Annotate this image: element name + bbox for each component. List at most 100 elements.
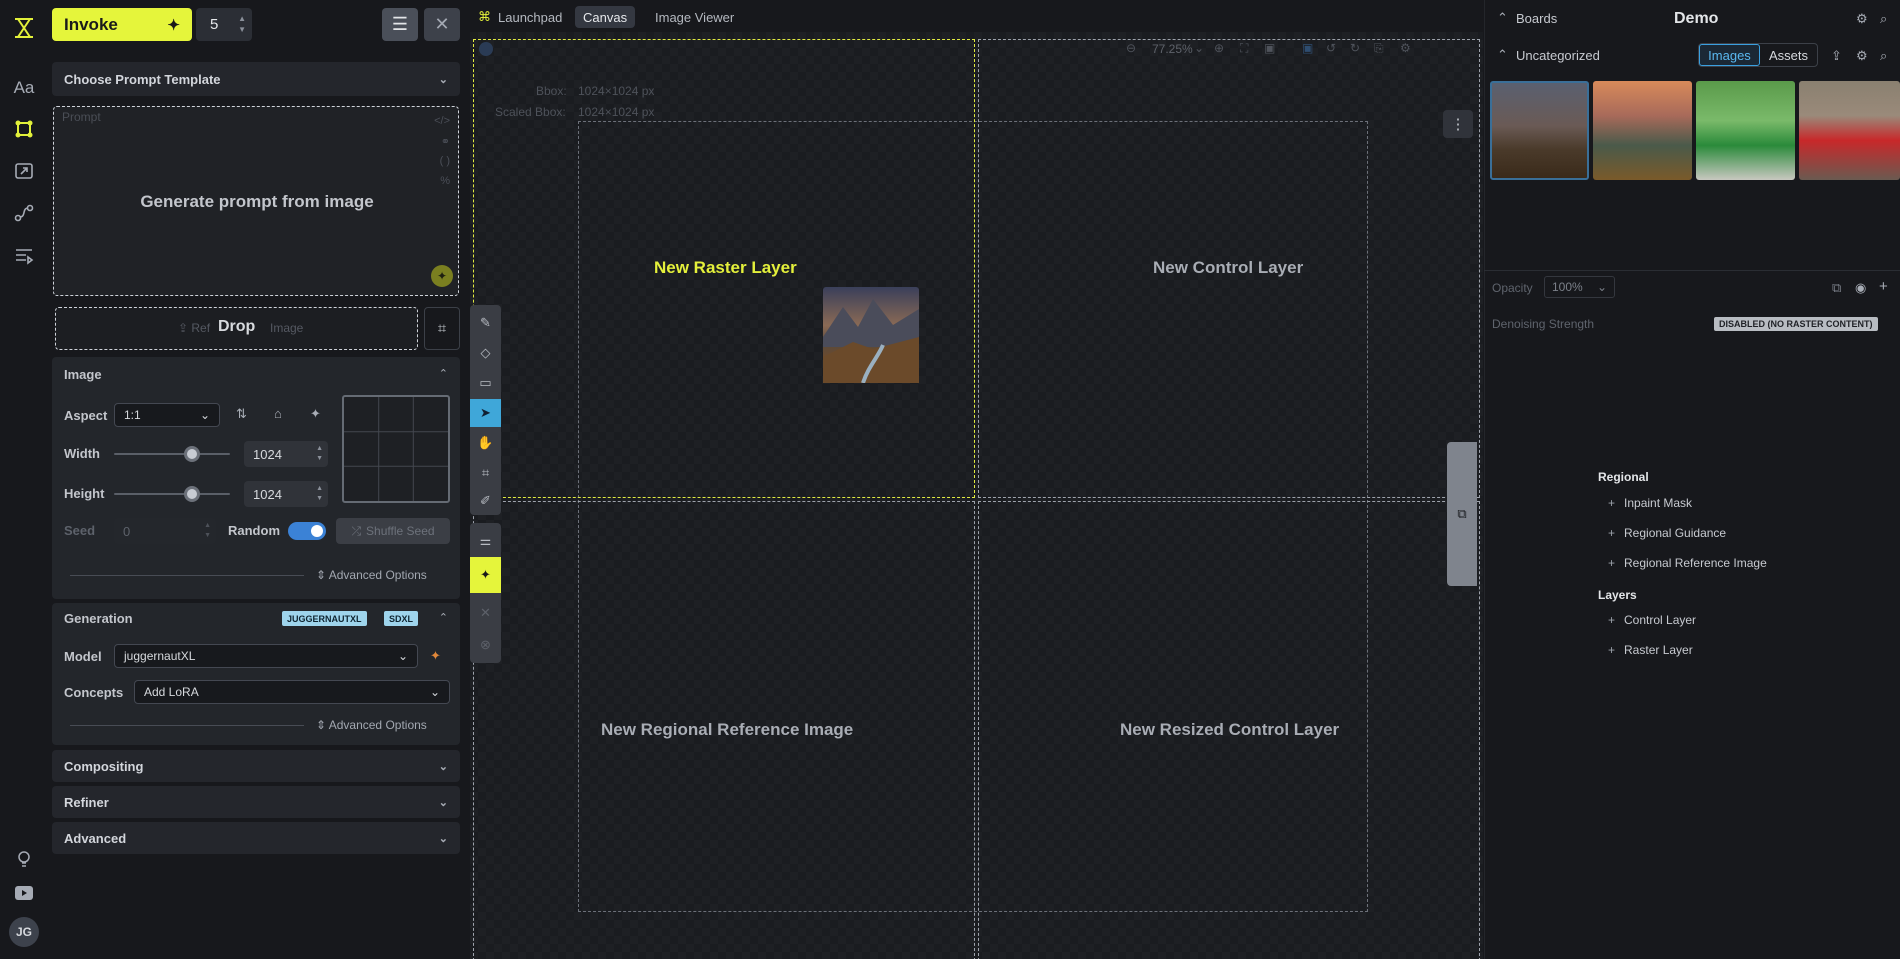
prompt-template-select[interactable]: Choose Prompt Template ⌄ [52, 62, 460, 96]
assets-tab[interactable]: Assets [1760, 44, 1817, 66]
eraser-icon[interactable]: ◇ [470, 339, 501, 367]
undo-icon[interactable]: ↺ [1326, 41, 1336, 55]
invoke-logo-icon[interactable] [10, 14, 38, 42]
close-icon[interactable]: ✕ [470, 599, 501, 627]
upscale-icon[interactable] [10, 157, 38, 185]
iterations-input[interactable]: 5 ▲ ▼ [196, 8, 252, 41]
gallery-thumbnail[interactable] [1799, 81, 1900, 180]
transform-icon[interactable]: ⌗ [470, 459, 501, 487]
compositing-section[interactable]: Compositing ⌄ [52, 750, 460, 782]
image-advanced-options-toggle[interactable]: ⇕ Advanced Options [316, 568, 427, 582]
adjustments-icon[interactable]: ⚌ [470, 527, 501, 555]
move-pointer-icon[interactable]: ➤ [470, 399, 501, 427]
text-icon[interactable]: Aa [10, 74, 38, 102]
stepper-icon[interactable]: ▲ ▼ [316, 444, 323, 464]
prompt-input[interactable]: Prompt </> ⚭ ( ) % Generate prompt from … [53, 106, 459, 296]
width-slider-thumb[interactable] [183, 446, 200, 462]
gear-icon[interactable]: ⚙ [1856, 11, 1868, 27]
height-slider-thumb[interactable] [183, 486, 200, 502]
cancel-queue-button[interactable]: ✕ [424, 8, 460, 41]
stepper-icon[interactable]: ▲ ▼ [238, 13, 246, 35]
opacity-select[interactable]: 100% ⌄ [1544, 276, 1615, 298]
aspect-select[interactable]: 1:1 ⌄ [114, 403, 220, 427]
rectangle-icon[interactable]: ▭ [470, 369, 501, 397]
gallery-thumbnail[interactable] [1593, 81, 1692, 180]
add-regional-guidance[interactable]: + Regional Guidance [1608, 526, 1726, 540]
tab-canvas[interactable]: Canvas [575, 6, 636, 28]
zoom-level[interactable]: 77.25% [1152, 42, 1193, 56]
lock-icon[interactable]: ⌂ [274, 406, 282, 421]
tab-image-viewer[interactable]: Image Viewer [647, 6, 742, 28]
redo-icon[interactable]: ↻ [1350, 41, 1360, 55]
parentheses-icon[interactable]: ( ) [440, 155, 450, 167]
search-icon[interactable]: ⌕ [1880, 48, 1887, 64]
gear-icon[interactable]: ⚙ [1856, 48, 1868, 64]
canvas-menu-button[interactable]: ⋮ [1443, 110, 1473, 138]
hand-icon[interactable]: ✋ [470, 429, 501, 457]
add-control-layer[interactable]: + Control Layer [1608, 613, 1696, 627]
chevron-up-icon[interactable]: ⌃ [1497, 10, 1508, 26]
expand-prompt-icon[interactable]: ✦ [431, 265, 453, 287]
menu-button[interactable]: ☰ [382, 8, 418, 41]
refiner-section[interactable]: Refiner ⌄ [52, 786, 460, 818]
avatar[interactable]: JG [9, 917, 39, 947]
add-regional-reference-image[interactable]: + Regional Reference Image [1608, 556, 1767, 570]
dragged-image-thumbnail[interactable] [823, 287, 919, 384]
duplicate-icon[interactable]: ⧉ [1832, 280, 1841, 296]
youtube-icon[interactable] [10, 879, 38, 907]
link-icon[interactable]: ⚭ [441, 135, 450, 148]
invoke-sparkle-icon[interactable]: ✦ [470, 557, 501, 593]
stepper-icon[interactable]: ▲ ▼ [204, 521, 211, 541]
add-icon[interactable]: + [1879, 278, 1888, 295]
lightbulb-icon[interactable] [10, 845, 38, 873]
add-raster-layer[interactable]: + Raster Layer [1608, 643, 1693, 657]
save-icon[interactable]: ▣ [1302, 41, 1313, 55]
reset-view-icon[interactable]: ▣ [1264, 41, 1275, 55]
chevron-up-icon[interactable]: ⌃ [1497, 47, 1508, 63]
export-icon[interactable]: ⎘ [1374, 41, 1384, 56]
add-inpaint-mask[interactable]: + Inpaint Mask [1608, 496, 1692, 510]
sparkle-icon[interactable]: ✦ [310, 406, 321, 422]
code-icon[interactable]: </> [434, 115, 450, 127]
zoom-in-icon[interactable]: ⊕ [1214, 41, 1224, 55]
board-category[interactable]: Uncategorized [1516, 48, 1600, 63]
fit-view-icon[interactable]: ⛶ [1240, 41, 1248, 56]
model-select[interactable]: juggernautXL ⌄ [114, 644, 418, 668]
chevron-down-icon[interactable]: ⌄ [1194, 41, 1204, 55]
swap-dimensions-icon[interactable]: ⇅ [236, 406, 247, 422]
color-picker-icon[interactable]: ✐ [470, 487, 501, 515]
eye-icon[interactable]: ◉ [1855, 280, 1866, 296]
height-input[interactable]: 1024 ▲ ▼ [244, 481, 328, 507]
images-tab[interactable]: Images [1699, 44, 1760, 66]
width-slider-track[interactable] [114, 453, 230, 455]
seed-input[interactable]: 0 ▲ ▼ [114, 518, 216, 544]
sparkle-icon[interactable]: ✦ [430, 648, 441, 664]
queue-icon[interactable] [10, 241, 38, 269]
invoke-button[interactable]: Invoke ✦ [52, 8, 192, 41]
chevron-up-icon[interactable]: ⌃ [439, 367, 448, 380]
stepper-icon[interactable]: ▲ ▼ [316, 484, 323, 504]
lora-select[interactable]: Add LoRA ⌄ [134, 680, 450, 704]
width-input[interactable]: 1024 ▲ ▼ [244, 441, 328, 467]
generation-advanced-options-toggle[interactable]: ⇕ Advanced Options [316, 718, 427, 732]
workflows-icon[interactable] [10, 199, 38, 227]
search-icon[interactable]: ⌕ [1880, 11, 1887, 27]
gallery-thumbnail[interactable] [1490, 81, 1589, 180]
advanced-section[interactable]: Advanced ⌄ [52, 822, 460, 854]
cancel-icon[interactable]: ⊗ [470, 631, 501, 659]
reference-image-dropzone[interactable]: ⇪ Ref Drop Image [55, 307, 418, 350]
add-reference-image-button[interactable]: ⌗ [424, 307, 460, 350]
canvas-icon[interactable] [10, 115, 38, 143]
percent-icon[interactable]: % [440, 175, 450, 187]
shuffle-seed-button[interactable]: ⤮ Shuffle Seed [336, 518, 450, 544]
zoom-out-icon[interactable]: ⊖ [1126, 41, 1136, 55]
boards-title[interactable]: Boards [1516, 11, 1557, 26]
settings-icon[interactable]: ⚙ [1400, 41, 1411, 55]
tab-launchpad[interactable]: ⌘ Launchpad [470, 6, 570, 28]
upload-icon[interactable]: ⇪ [1831, 48, 1842, 64]
random-seed-toggle[interactable] [288, 522, 326, 540]
toggle-layers-panel-button[interactable]: ⧉ [1447, 442, 1477, 586]
gallery-thumbnail[interactable] [1696, 81, 1795, 180]
height-slider-track[interactable] [114, 493, 230, 495]
brush-icon[interactable]: ✎ [470, 309, 501, 337]
